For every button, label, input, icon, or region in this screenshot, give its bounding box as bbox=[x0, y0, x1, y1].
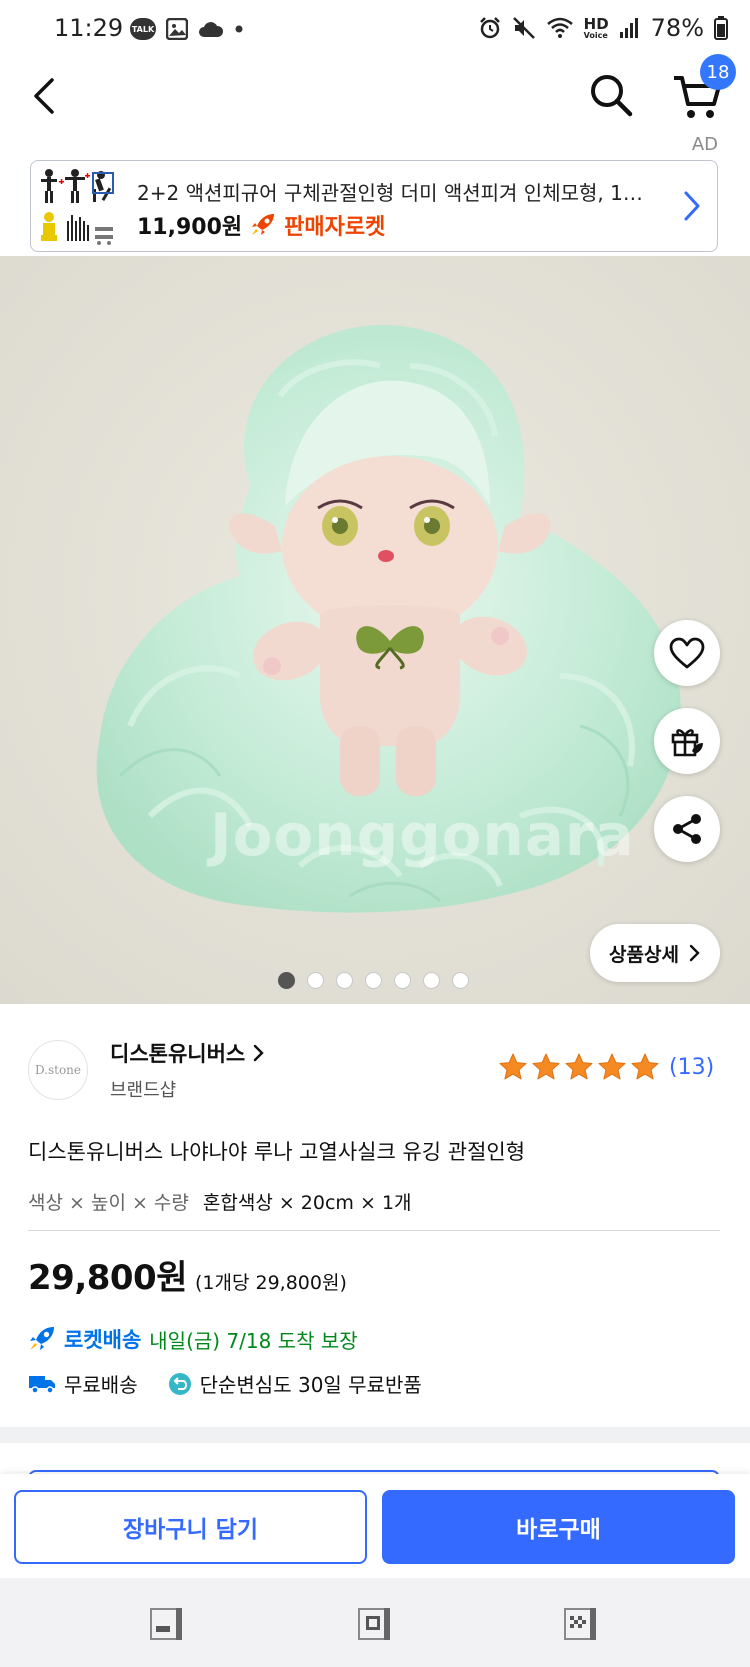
carousel-indicator bbox=[278, 972, 469, 989]
hd-label: HD bbox=[583, 14, 609, 33]
star-icon bbox=[532, 1053, 560, 1080]
ad-title: 2+2 액션피규어 구체관절인형 더미 액션피겨 인체모형, 1세... bbox=[137, 181, 657, 205]
cart-count-badge: 18 bbox=[700, 54, 736, 90]
chevron-right-icon bbox=[684, 191, 700, 221]
carousel-dot[interactable] bbox=[452, 972, 469, 989]
rocket-icon bbox=[252, 214, 275, 235]
free-shipping-label: 무료배송 bbox=[64, 1373, 138, 1397]
recent-apps-icon[interactable] bbox=[146, 1606, 186, 1642]
search-icon[interactable] bbox=[586, 70, 636, 120]
system-status: HD Voice 78% bbox=[478, 14, 728, 42]
share-icon bbox=[673, 814, 701, 844]
voice-label: Voice bbox=[583, 30, 608, 40]
unit-price: (1개당 29,800원) bbox=[194, 1272, 347, 1294]
carousel-dot[interactable] bbox=[423, 972, 440, 989]
back-arrow-icon[interactable] bbox=[24, 74, 68, 118]
chevron-right-icon bbox=[253, 1044, 264, 1062]
watermark: Joonggonara bbox=[210, 801, 635, 869]
status-bar: 11:29 TALK HD Voice 78% bbox=[0, 0, 750, 62]
product-detail-button[interactable]: 상품상세 bbox=[590, 924, 720, 982]
product-price: 29,800원 bbox=[28, 1258, 187, 1298]
brand-logo[interactable]: D.stone bbox=[28, 1040, 88, 1100]
back-nav-icon[interactable] bbox=[560, 1606, 600, 1642]
gift-rocket-icon bbox=[671, 729, 703, 757]
product-image-carousel[interactable]: Joonggonara 상품상세 bbox=[0, 256, 750, 1004]
rocket-delivery-row: 로켓배송 내일(금) 7/18 도착 보장 bbox=[28, 1324, 358, 1354]
review-count: (13) bbox=[669, 1054, 715, 1080]
truck-icon bbox=[29, 1375, 55, 1394]
star-icon bbox=[499, 1053, 527, 1080]
option-label: 색상 × 높이 × 수량 bbox=[28, 1192, 189, 1214]
brand-name-link[interactable]: 디스톤유니버스 bbox=[110, 1038, 265, 1068]
kakaotalk-icon: TALK bbox=[130, 18, 156, 40]
dot-icon bbox=[235, 25, 243, 33]
brand-type: 브랜드샵 bbox=[110, 1080, 177, 1101]
top-app-bar bbox=[0, 62, 750, 142]
notification-icons: TALK bbox=[130, 18, 244, 40]
hd-voice-icon: HD Voice bbox=[583, 14, 609, 40]
rocket-delivery-label: 로켓배송 bbox=[64, 1328, 142, 1352]
alarm-icon bbox=[479, 17, 500, 39]
brand-name: 디스톤유니버스 bbox=[110, 1042, 246, 1066]
system-navigation-bar bbox=[0, 1578, 750, 1667]
ad-banner[interactable]: 2+2 액션피규어 구체관절인형 더미 액션피겨 인체모형, 1세... 11,… bbox=[30, 160, 718, 252]
gift-button[interactable] bbox=[654, 708, 720, 774]
star-icon bbox=[565, 1053, 593, 1080]
carousel-dot[interactable] bbox=[394, 972, 411, 989]
ad-label: AD bbox=[691, 134, 718, 155]
signal-icon bbox=[619, 18, 638, 38]
service-row: 무료배송 단순변심도 30일 무료반품 bbox=[28, 1369, 422, 1398]
return-icon bbox=[168, 1372, 191, 1395]
wishlist-button[interactable] bbox=[654, 620, 720, 686]
product-photo bbox=[0, 256, 750, 1004]
price-row: 29,800원 (1개당 29,800원) bbox=[28, 1250, 347, 1299]
chevron-right-icon bbox=[689, 944, 700, 962]
ad-price: 11,900원 bbox=[137, 215, 243, 240]
battery-icon bbox=[714, 16, 728, 40]
carousel-dot[interactable] bbox=[336, 972, 353, 989]
cloud-icon bbox=[199, 22, 224, 37]
delivery-eta: 내일(금) 7/18 도착 보장 bbox=[149, 1328, 358, 1353]
bottom-action-bar: 장바구니 담기 바로구매 bbox=[0, 1474, 750, 1578]
action-figure-thumbnail bbox=[35, 165, 119, 247]
option-value: 혼합색상 × 20cm × 1개 bbox=[202, 1192, 412, 1214]
product-detail-label: 상품상세 bbox=[609, 943, 679, 966]
free-return-label: 단순변심도 30일 무료반품 bbox=[199, 1373, 422, 1397]
product-title: 디스톤유니버스 나야나야 루나 고열사실크 유깅 관절인형 bbox=[28, 1140, 526, 1164]
ad-seller-rocket-label: 판매자로켓 bbox=[284, 215, 386, 240]
battery-percent: 78% bbox=[650, 14, 704, 42]
buy-now-button[interactable]: 바로구매 bbox=[382, 1490, 735, 1564]
mute-icon bbox=[512, 17, 535, 39]
carousel-dot[interactable] bbox=[365, 972, 382, 989]
star-icon bbox=[598, 1053, 626, 1080]
wifi-icon bbox=[546, 17, 573, 38]
gallery-icon bbox=[166, 18, 188, 40]
option-row[interactable]: 색상 × 높이 × 수량 혼합색상 × 20cm × 1개 bbox=[28, 1188, 412, 1215]
divider bbox=[28, 1230, 720, 1231]
rocket-icon bbox=[30, 1327, 54, 1350]
carousel-dot[interactable] bbox=[307, 972, 324, 989]
section-gap bbox=[0, 1427, 750, 1443]
home-icon[interactable] bbox=[354, 1606, 394, 1642]
carousel-dot[interactable] bbox=[278, 972, 295, 989]
ad-price-row: 11,900원 판매자로켓 bbox=[137, 209, 385, 241]
share-button[interactable] bbox=[654, 796, 720, 862]
heart-icon bbox=[669, 637, 705, 669]
rating-summary[interactable]: (13) bbox=[498, 1052, 714, 1082]
add-to-cart-button[interactable]: 장바구니 담기 bbox=[14, 1490, 367, 1564]
status-time: 11:29 bbox=[54, 14, 124, 42]
star-icon bbox=[631, 1053, 659, 1080]
